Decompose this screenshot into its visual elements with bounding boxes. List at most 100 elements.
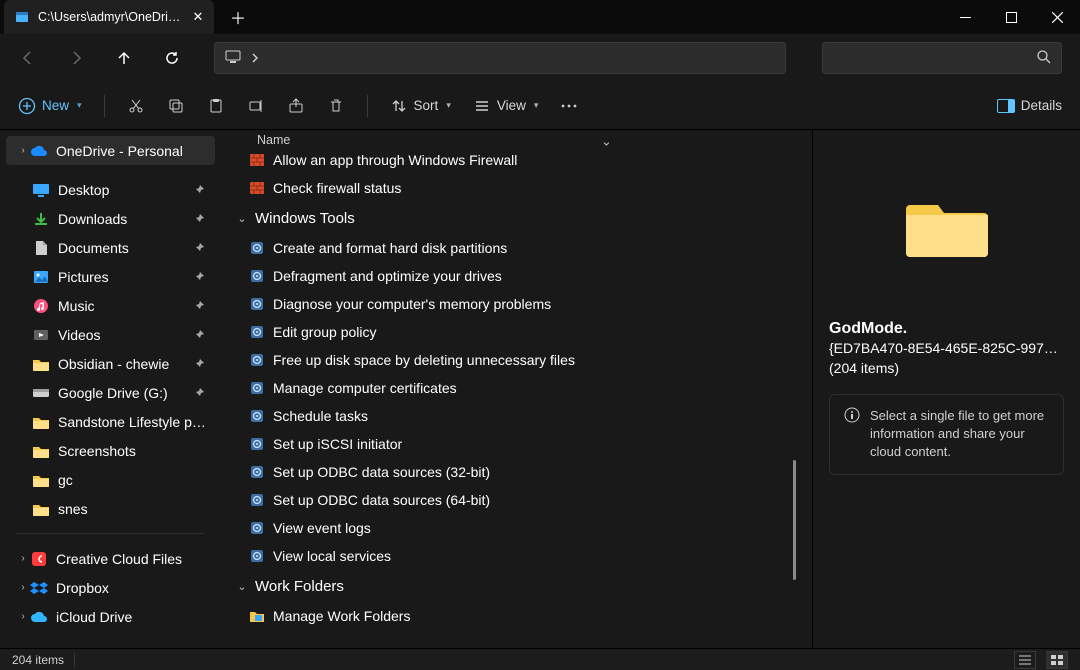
sidebar-item[interactable]: Google Drive (G:) bbox=[6, 378, 215, 407]
sidebar-item-label: Sandstone Lifestyle photos bbox=[58, 414, 207, 430]
list-item[interactable]: Create and format hard disk partitions bbox=[225, 234, 812, 262]
divider bbox=[104, 95, 105, 117]
sidebar-item[interactable]: ›iCloud Drive bbox=[6, 602, 215, 631]
item-label: Allow an app through Windows Firewall bbox=[273, 154, 517, 168]
rename-button[interactable] bbox=[247, 97, 265, 115]
list-item[interactable]: View local services bbox=[225, 542, 812, 570]
pin-icon bbox=[193, 357, 207, 371]
column-header[interactable]: Name ⌃ bbox=[225, 130, 812, 154]
view-button[interactable]: View ▾ bbox=[473, 97, 539, 115]
sidebar-item-label: snes bbox=[58, 501, 207, 517]
close-button[interactable] bbox=[1034, 0, 1080, 34]
tab-title: C:\Users\admyr\OneDrive\Des bbox=[38, 10, 182, 24]
new-button[interactable]: New ▾ bbox=[18, 97, 82, 115]
plus-circle-icon bbox=[18, 97, 36, 115]
list-item[interactable]: Diagnose your computer's memory problems bbox=[225, 290, 812, 318]
up-button[interactable] bbox=[114, 48, 134, 68]
sidebar-item[interactable]: Obsidian - chewie bbox=[6, 349, 215, 378]
list-item[interactable]: Manage computer certificates bbox=[225, 374, 812, 402]
more-button[interactable] bbox=[560, 97, 578, 115]
sort-button[interactable]: Sort ▾ bbox=[390, 97, 451, 115]
item-icon bbox=[249, 520, 265, 536]
list-item[interactable]: Set up iSCSI initiator bbox=[225, 430, 812, 458]
search-box[interactable] bbox=[822, 42, 1062, 74]
list-item[interactable]: View event logs bbox=[225, 514, 812, 542]
copy-button[interactable] bbox=[167, 97, 185, 115]
delete-button[interactable] bbox=[327, 97, 345, 115]
chevron-right-icon[interactable]: › bbox=[16, 611, 30, 622]
item-label: View local services bbox=[273, 548, 391, 564]
sidebar-item[interactable]: Documents bbox=[6, 233, 215, 262]
list-item[interactable]: Schedule tasks bbox=[225, 402, 812, 430]
chevron-right-icon[interactable]: › bbox=[16, 582, 30, 593]
item-label: Manage computer certificates bbox=[273, 380, 457, 396]
sidebar-item[interactable]: gc bbox=[6, 465, 215, 494]
list-item[interactable]: Check firewall status bbox=[225, 174, 812, 202]
sidebar-item-onedrive[interactable]: › OneDrive - Personal bbox=[6, 136, 215, 165]
chevron-right-icon[interactable]: › bbox=[16, 553, 30, 564]
item-icon bbox=[30, 608, 48, 626]
view-details-button[interactable] bbox=[1014, 651, 1036, 669]
address-bar[interactable] bbox=[214, 42, 786, 74]
group-header[interactable]: ⌄Windows Tools bbox=[225, 202, 812, 234]
maximize-button[interactable] bbox=[988, 0, 1034, 34]
list-item[interactable]: Set up ODBC data sources (64-bit) bbox=[225, 486, 812, 514]
sidebar-item-label: Obsidian - chewie bbox=[58, 356, 193, 372]
item-icon bbox=[32, 355, 50, 373]
item-icon bbox=[32, 471, 50, 489]
divider bbox=[16, 533, 205, 534]
cut-button[interactable] bbox=[127, 97, 145, 115]
sidebar-item-label: Music bbox=[58, 298, 193, 314]
chevron-right-icon[interactable]: › bbox=[16, 145, 30, 156]
new-tab-button[interactable]: ＋ bbox=[224, 3, 252, 31]
sidebar-item[interactable]: Pictures bbox=[6, 262, 215, 291]
list-item[interactable]: Edit group policy bbox=[225, 318, 812, 346]
sidebar-item[interactable]: Screenshots bbox=[6, 436, 215, 465]
chevron-down-icon[interactable]: ⌄ bbox=[235, 580, 249, 593]
minimize-button[interactable] bbox=[942, 0, 988, 34]
view-large-icons-button[interactable] bbox=[1046, 651, 1068, 669]
sidebar-item[interactable]: Desktop bbox=[6, 175, 215, 204]
sidebar-item[interactable]: ›Creative Cloud Files bbox=[6, 544, 215, 573]
column-name[interactable]: Name bbox=[257, 133, 290, 147]
tab-close-icon[interactable]: ✕ bbox=[190, 9, 206, 25]
chevron-up-icon[interactable]: ⌃ bbox=[601, 132, 612, 148]
item-icon bbox=[32, 268, 50, 286]
monitor-icon bbox=[225, 50, 241, 67]
status-bar: 204 items bbox=[0, 648, 1080, 670]
sidebar-item[interactable]: snes bbox=[6, 494, 215, 523]
item-label: Set up ODBC data sources (64-bit) bbox=[273, 492, 490, 508]
tab[interactable]: C:\Users\admyr\OneDrive\Des ✕ bbox=[4, 0, 214, 34]
sidebar-item[interactable]: ›Dropbox bbox=[6, 573, 215, 602]
item-icon bbox=[249, 492, 265, 508]
list-item[interactable]: Manage Work Folders bbox=[225, 602, 812, 630]
tip-text: Select a single file to get more informa… bbox=[870, 407, 1049, 462]
chevron-down-icon: ▾ bbox=[77, 100, 82, 111]
sidebar-item[interactable]: Videos bbox=[6, 320, 215, 349]
sidebar-item[interactable]: Sandstone Lifestyle photos bbox=[6, 407, 215, 436]
item-icon bbox=[32, 210, 50, 228]
list-item[interactable]: Allow an app through Windows Firewall bbox=[225, 154, 812, 174]
list-item[interactable]: Free up disk space by deleting unnecessa… bbox=[225, 346, 812, 374]
item-icon bbox=[249, 464, 265, 480]
forward-button[interactable] bbox=[66, 48, 86, 68]
item-icon bbox=[32, 500, 50, 518]
details-pane: GodMode. {ED7BA470-8E54-465E-825C-997… (… bbox=[812, 130, 1080, 648]
list-item[interactable]: Set up ODBC data sources (32-bit) bbox=[225, 458, 812, 486]
list-item[interactable]: Defragment and optimize your drives bbox=[225, 262, 812, 290]
sidebar-item-label: gc bbox=[58, 472, 207, 488]
details-pane-toggle[interactable]: Details bbox=[997, 97, 1062, 115]
paste-button[interactable] bbox=[207, 97, 225, 115]
sidebar-item[interactable]: Music bbox=[6, 291, 215, 320]
back-button[interactable] bbox=[18, 48, 38, 68]
details-title: GodMode. bbox=[829, 320, 1064, 338]
refresh-button[interactable] bbox=[162, 48, 182, 68]
scrollbar[interactable] bbox=[793, 140, 796, 602]
scroll-thumb[interactable] bbox=[793, 460, 796, 580]
chevron-down-icon[interactable]: ⌄ bbox=[235, 212, 249, 225]
share-button[interactable] bbox=[287, 97, 305, 115]
breadcrumb-chevron[interactable] bbox=[251, 53, 259, 63]
scissors-icon bbox=[127, 97, 145, 115]
group-header[interactable]: ⌄Work Folders bbox=[225, 570, 812, 602]
sidebar-item[interactable]: Downloads bbox=[6, 204, 215, 233]
